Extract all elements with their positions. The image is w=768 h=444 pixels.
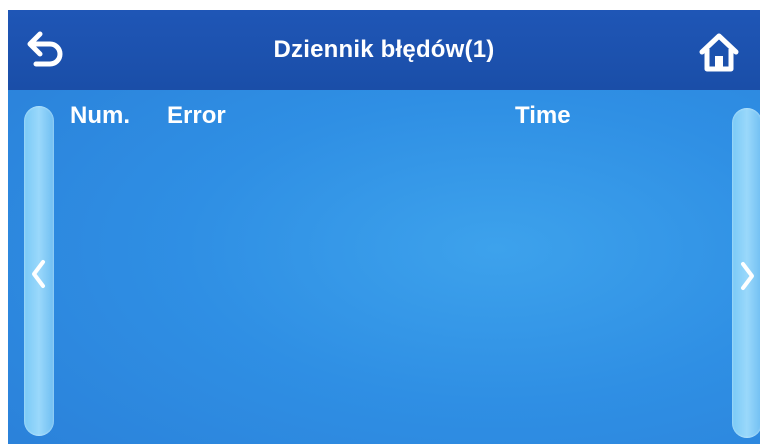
next-page-button[interactable]	[732, 108, 760, 438]
column-header-time: Time	[515, 102, 571, 129]
page-title: Dziennik błędów(1)	[273, 36, 495, 63]
column-header-error: Error	[167, 102, 226, 129]
prev-page-button[interactable]	[24, 106, 54, 436]
home-icon	[699, 33, 739, 72]
column-header-num: Num.	[70, 102, 130, 129]
screen: Dziennik błędów(1) Num. Error Time	[8, 10, 760, 444]
home-button[interactable]	[696, 30, 742, 74]
header-bar: Dziennik błędów(1)	[8, 10, 760, 90]
chevron-right-icon	[741, 262, 754, 290]
chevron-left-icon	[32, 260, 45, 288]
